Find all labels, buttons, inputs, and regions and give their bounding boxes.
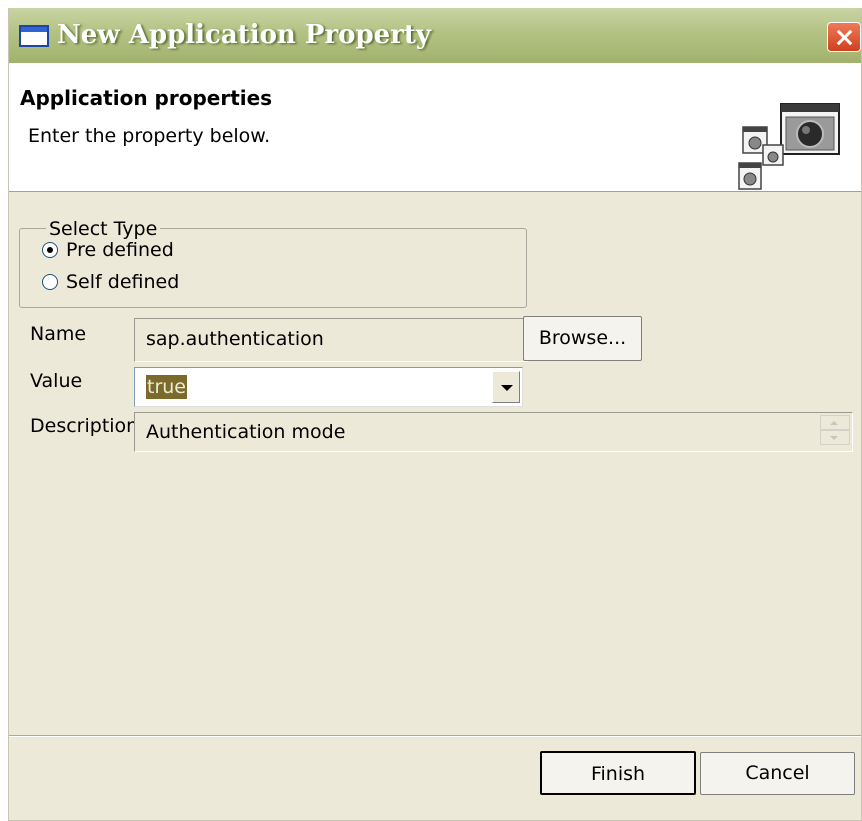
footer-separator <box>9 735 861 737</box>
radio-self-defined[interactable]: Self defined <box>42 271 179 293</box>
window-title: New Application Property <box>57 20 432 50</box>
name-field[interactable]: sap.authentication <box>134 318 528 362</box>
dialog-window: New Application Property Application pro… <box>8 8 862 821</box>
description-field[interactable]: Authentication mode <box>134 412 853 452</box>
wizard-graphic-icon <box>738 103 840 190</box>
name-label: Name <box>30 323 87 345</box>
description-scroll[interactable] <box>820 415 850 447</box>
finish-button[interactable]: Finish <box>540 751 696 795</box>
scroll-up-icon[interactable] <box>820 415 850 430</box>
page-description: Enter the property below. <box>28 125 271 147</box>
window-icon <box>19 25 49 47</box>
radio-checked-icon[interactable] <box>42 242 58 258</box>
chevron-down-icon[interactable] <box>492 371 520 403</box>
title-bar[interactable]: New Application Property <box>9 8 861 63</box>
close-icon[interactable] <box>827 22 861 52</box>
value-label: Value <box>30 370 83 392</box>
browse-button[interactable]: Browse... <box>523 316 642 361</box>
page-title: Application properties <box>20 86 273 110</box>
select-type-legend: Select Type <box>46 218 161 240</box>
value-combo[interactable]: true <box>134 367 523 407</box>
cancel-button[interactable]: Cancel <box>700 752 855 795</box>
radio-self-defined-label: Self defined <box>66 271 180 293</box>
description-value: Authentication mode <box>146 421 346 443</box>
radio-pre-defined[interactable]: Pre defined <box>42 239 174 261</box>
radio-pre-defined-label: Pre defined <box>66 239 174 261</box>
scroll-down-icon[interactable] <box>820 430 850 445</box>
description-label: Description <box>30 415 139 437</box>
header-banner: Application properties Enter the propert… <box>9 63 861 192</box>
value-selected-text[interactable]: true <box>146 375 187 399</box>
radio-unchecked-icon[interactable] <box>42 274 58 290</box>
